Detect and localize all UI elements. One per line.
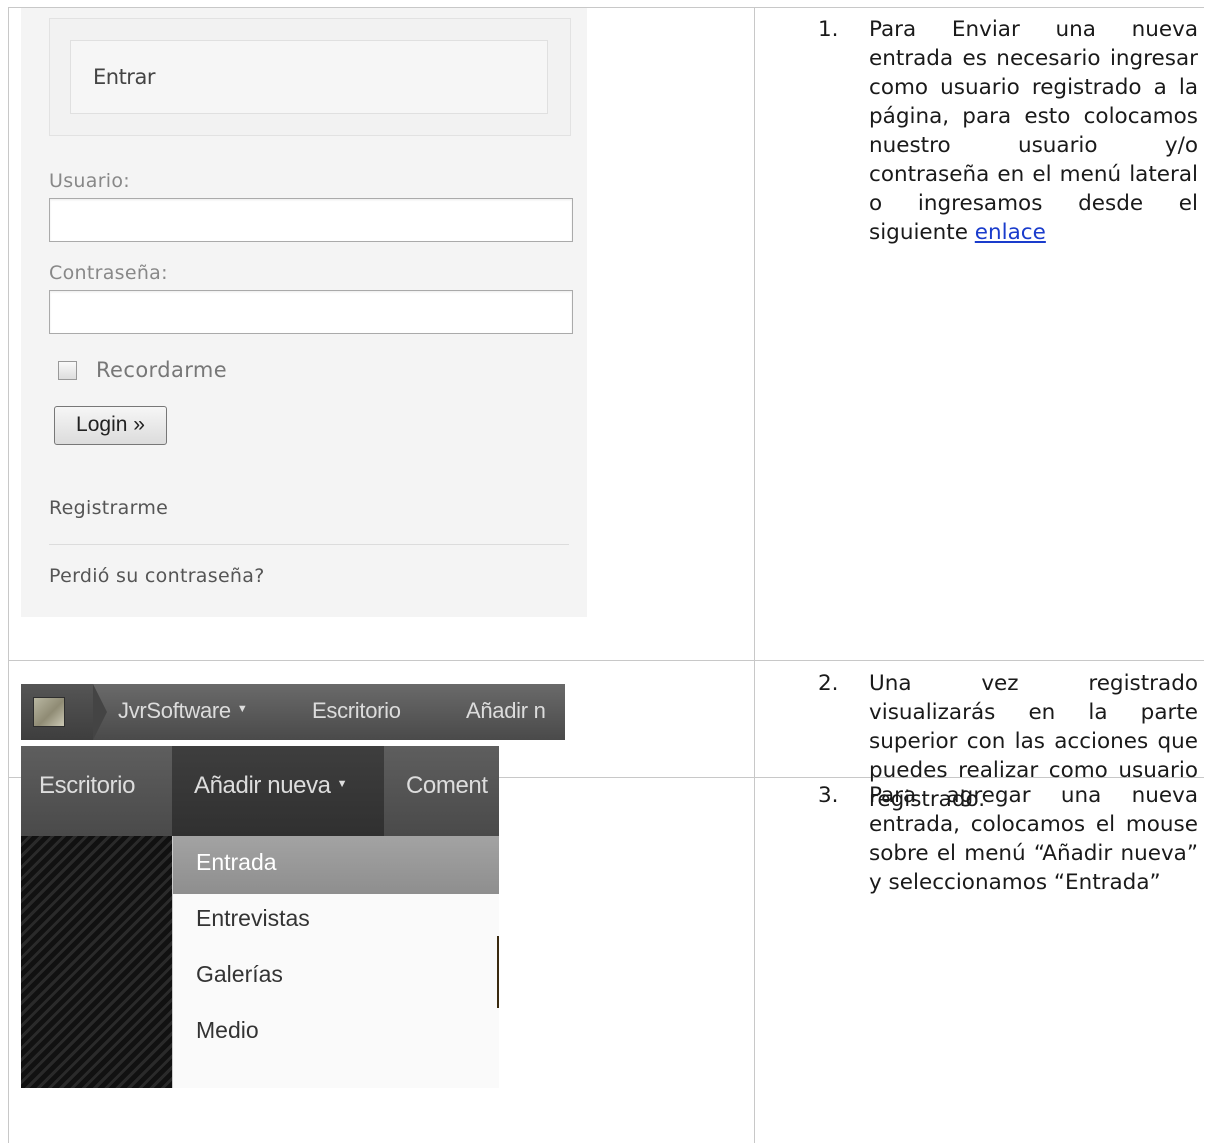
admin-bar-site-menu[interactable]: JvrSoftware ▼	[118, 698, 248, 724]
login-button[interactable]: Login »	[54, 406, 167, 445]
dropdown-item-medio[interactable]: Medio	[173, 1004, 499, 1062]
dropdown-item-label: Medio	[196, 1017, 259, 1043]
menu-add-new[interactable]: Añadir nueva ▼	[194, 772, 348, 800]
menu-screenshot: Escritorio Añadir nueva ▼ Coment Entrada …	[21, 746, 499, 1088]
add-new-dropdown: Entrada Entrevistas Galerías Medio	[172, 836, 499, 1088]
clipped-edge	[497, 936, 499, 1008]
step-3: 3. Para agregar una nueva entrada, coloc…	[818, 781, 1198, 931]
site-logo-icon	[33, 697, 65, 727]
table-border-left	[8, 7, 9, 1143]
step-1-number: 1.	[818, 17, 839, 42]
admin-bar-add-new[interactable]: Añadir n	[466, 698, 546, 724]
dropdown-item-entrada[interactable]: Entrada	[173, 836, 499, 894]
menu-add-new-label: Añadir nueva	[194, 772, 331, 799]
admin-bar-arrow	[93, 684, 107, 740]
dropdown-item-label: Galerías	[196, 961, 283, 987]
login-box-title-frame: Entrar	[70, 40, 548, 114]
step-3-number: 3.	[818, 783, 839, 808]
menu-comments[interactable]: Coment	[406, 772, 488, 800]
dropdown-item-label: Entrada	[196, 849, 277, 875]
chevron-down-icon: ▼	[336, 778, 348, 790]
menu-bar: Escritorio Añadir nueva ▼ Coment	[21, 746, 499, 836]
remember-me-label: Recordarme	[96, 358, 228, 382]
admin-bar-logo-segment[interactable]	[21, 684, 93, 740]
step-2-number: 2.	[818, 671, 839, 696]
menu-dashboard[interactable]: Escritorio	[39, 772, 135, 800]
remember-me-checkbox[interactable]	[58, 361, 77, 380]
striped-background	[21, 836, 172, 1088]
admin-bar-dashboard[interactable]: Escritorio	[312, 698, 401, 724]
step-3-text: Para agregar una nueva entrada, colocamo…	[869, 783, 1198, 895]
password-label: Contraseña:	[49, 262, 168, 284]
step-1: 1. Para Enviar una nueva entrada es nece…	[818, 15, 1198, 335]
login-panel: Entrar Usuario: Contraseña: Recordarme L…	[21, 8, 587, 617]
dropdown-item-entrevistas[interactable]: Entrevistas	[173, 892, 499, 950]
panel-divider	[49, 544, 569, 545]
admin-bar-site-name: JvrSoftware	[118, 698, 231, 723]
username-label: Usuario:	[49, 170, 131, 192]
chevron-down-icon: ▼	[236, 703, 248, 715]
dropdown-item-label: Entrevistas	[196, 905, 310, 931]
dropdown-item-galerias[interactable]: Galerías	[173, 948, 499, 1006]
column-divider	[754, 7, 755, 1143]
admin-bar: JvrSoftware ▼ Escritorio Añadir n	[21, 684, 565, 740]
step-1-text-block: Para Enviar una nueva entrada es necesar…	[869, 15, 1198, 247]
register-link[interactable]: Registrarme	[49, 497, 168, 519]
step-1-text: Para Enviar una nueva entrada es necesar…	[869, 17, 1198, 245]
login-box-header: Entrar	[49, 18, 571, 136]
step-1-link[interactable]: enlace	[975, 220, 1046, 245]
login-box-title: Entrar	[93, 65, 155, 89]
username-input[interactable]	[49, 198, 573, 242]
password-input[interactable]	[49, 290, 573, 334]
lost-password-link[interactable]: Perdió su contraseña?	[49, 565, 265, 587]
row-divider-1	[8, 660, 1204, 661]
